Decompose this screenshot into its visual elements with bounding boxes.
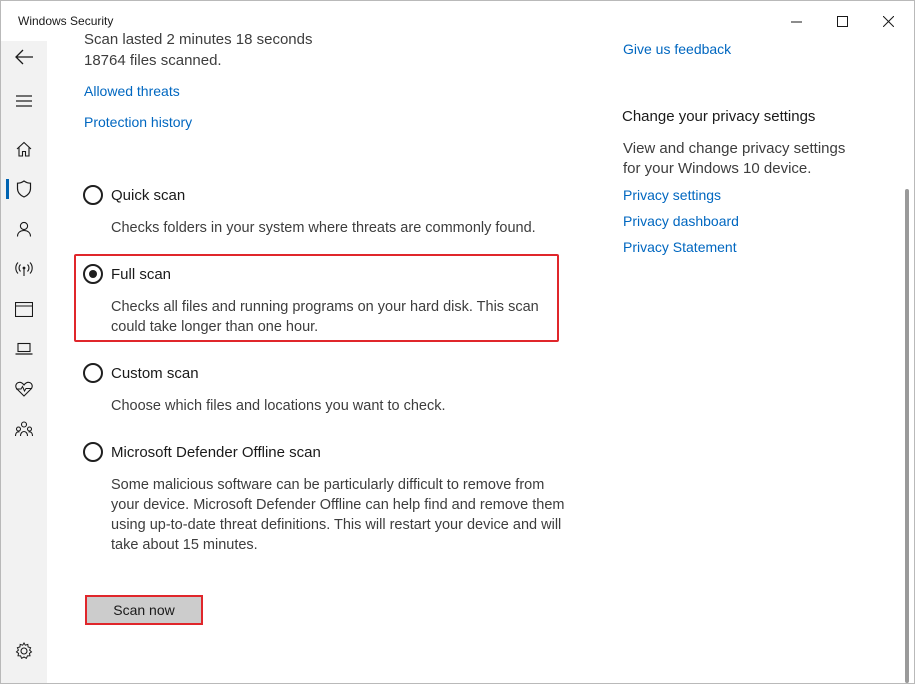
settings-button[interactable] [1, 635, 47, 667]
minimize-icon [790, 21, 802, 22]
quick-scan-label[interactable]: Quick scan [111, 187, 185, 204]
privacy-dashboard-link[interactable]: Privacy dashboard [623, 213, 739, 229]
shield-icon [16, 180, 32, 198]
close-icon [882, 15, 894, 27]
sidebar-item-firewall-network[interactable] [1, 253, 47, 285]
app-browser-icon [15, 301, 33, 317]
sidebar-item-device-security[interactable] [1, 333, 47, 365]
menu-button[interactable] [1, 85, 47, 117]
vertical-scrollbar[interactable] [903, 41, 913, 683]
protection-history-link[interactable]: Protection history [84, 114, 192, 130]
sidebar-item-app-browser-control[interactable] [1, 293, 47, 325]
scan-duration-text: Scan lasted 2 minutes 18 seconds [84, 31, 313, 48]
quick-scan-radio[interactable] [83, 185, 103, 205]
home-icon [16, 141, 32, 157]
maximize-button[interactable] [819, 1, 865, 41]
offline-scan-radio[interactable] [83, 442, 103, 462]
quick-scan-description: Checks folders in your system where thre… [111, 220, 536, 236]
heart-pulse-icon [15, 381, 33, 397]
laptop-icon [15, 342, 33, 355]
custom-scan-label[interactable]: Custom scan [111, 365, 199, 382]
full-scan-description: Checks all files and running programs on… [111, 299, 539, 335]
privacy-text-line1: View and change privacy settings [623, 140, 846, 157]
scan-now-button[interactable]: Scan now [85, 595, 203, 625]
give-feedback-link[interactable]: Give us feedback [623, 41, 731, 57]
windows-security-window: Windows Security Scan lasted 2 minutes 1… [0, 0, 915, 684]
maximize-icon [836, 15, 848, 27]
full-scan-label[interactable]: Full scan [111, 266, 171, 283]
gear-icon [15, 642, 33, 660]
close-button[interactable] [865, 1, 911, 41]
custom-scan-radio[interactable] [83, 363, 103, 383]
full-scan-radio[interactable] [83, 264, 103, 284]
right-info-panel: Give us feedback Change your privacy set… [613, 41, 903, 683]
privacy-heading: Change your privacy settings [622, 108, 816, 125]
minimize-button[interactable] [773, 1, 819, 41]
wireless-icon [15, 262, 33, 276]
person-icon [16, 221, 32, 237]
privacy-text-line2: for your Windows 10 device. [623, 160, 812, 177]
allowed-threats-link[interactable]: Allowed threats [84, 83, 180, 99]
hamburger-menu-icon [16, 95, 32, 107]
window-title: Windows Security [18, 14, 114, 28]
scrollbar-thumb[interactable] [905, 189, 909, 683]
sidebar-item-family-options[interactable] [1, 413, 47, 445]
files-scanned-text: 18764 files scanned. [84, 52, 222, 69]
sidebar-item-home[interactable] [1, 133, 47, 165]
sidebar-item-virus-protection[interactable] [1, 173, 47, 205]
privacy-settings-link[interactable]: Privacy settings [623, 187, 721, 203]
sidebar-item-account-protection[interactable] [1, 213, 47, 245]
offline-scan-label[interactable]: Microsoft Defender Offline scan [111, 444, 321, 461]
family-icon [15, 421, 33, 437]
sidebar-item-device-performance[interactable] [1, 373, 47, 405]
scan-options-panel: Scan lasted 2 minutes 18 seconds 18764 f… [47, 31, 613, 683]
custom-scan-description: Choose which files and locations you wan… [111, 398, 446, 414]
privacy-statement-link[interactable]: Privacy Statement [623, 239, 737, 255]
back-arrow-icon [15, 49, 33, 65]
sidebar [1, 41, 47, 683]
back-button[interactable] [1, 41, 47, 73]
offline-scan-description: Some malicious software can be particula… [111, 477, 565, 553]
